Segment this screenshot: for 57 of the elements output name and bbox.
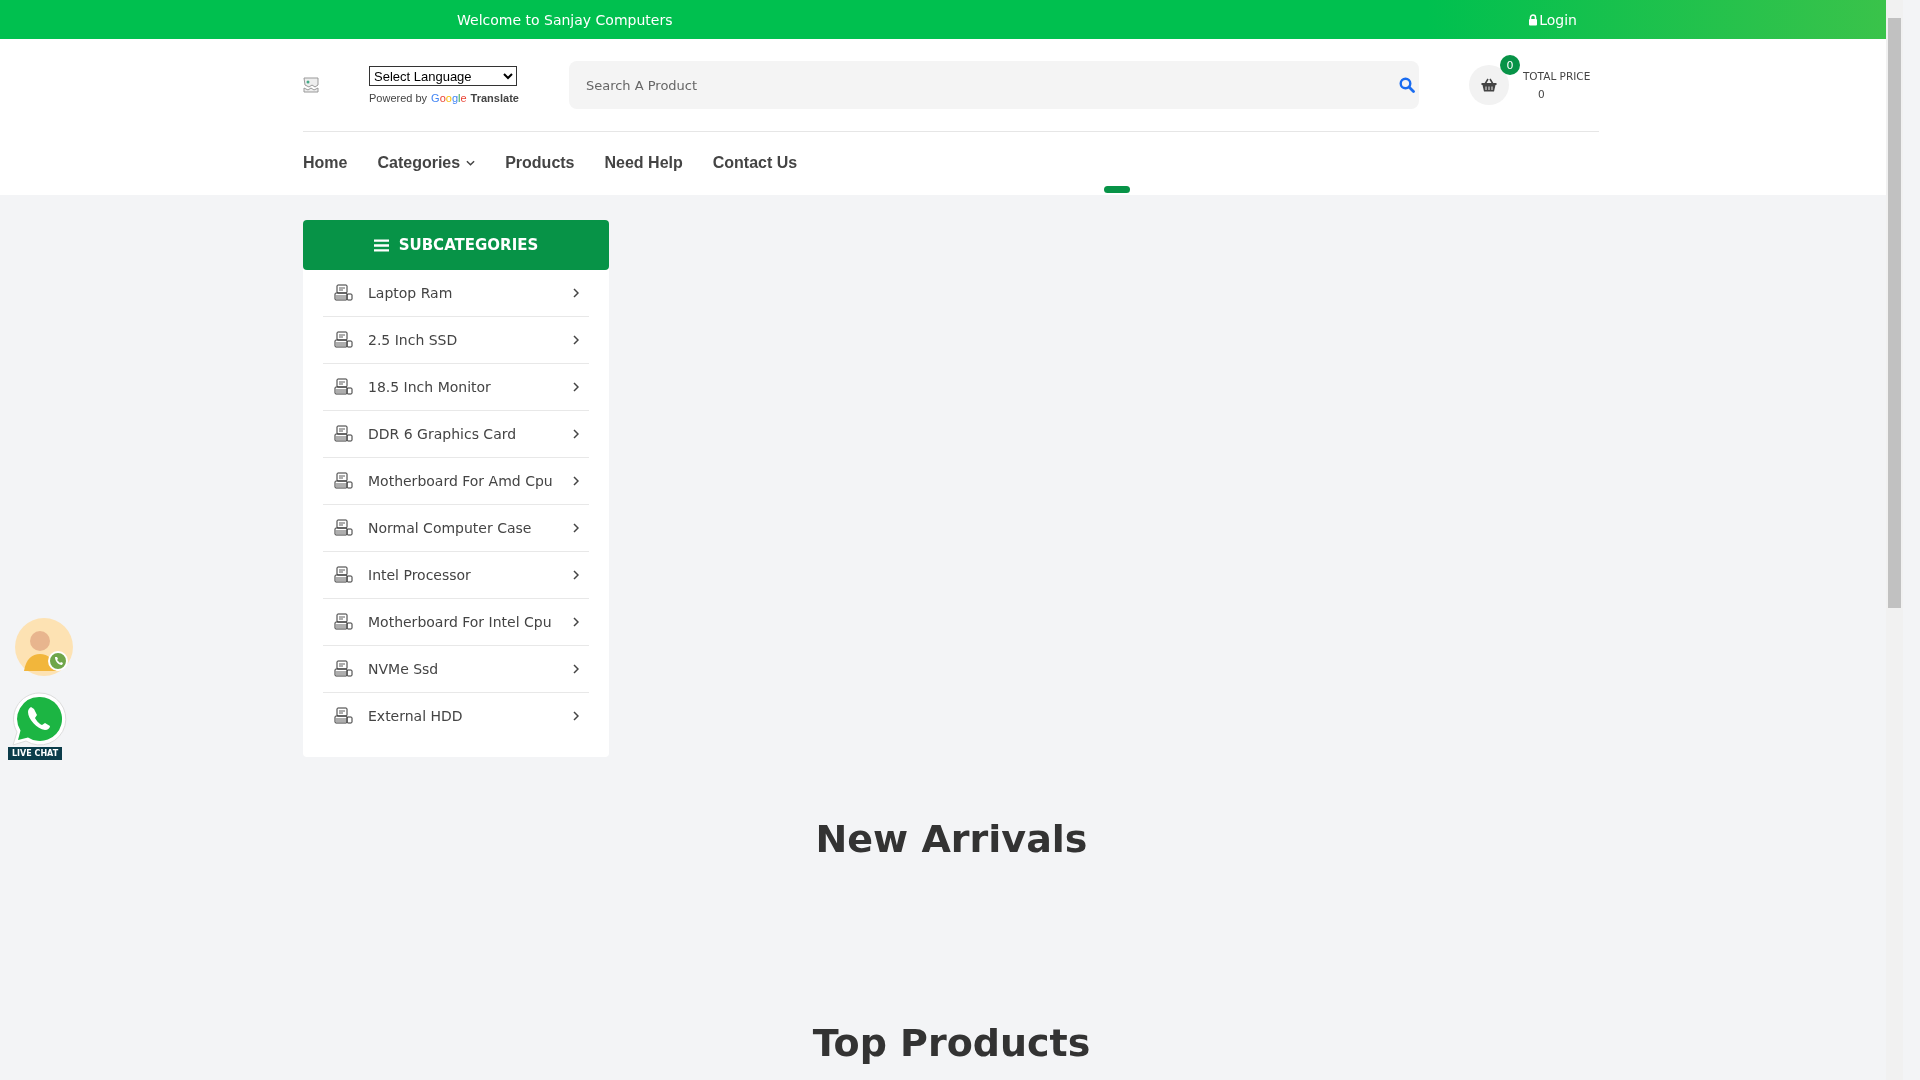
computer-parts-icon [333,331,353,349]
chevron-right-icon [573,382,579,392]
translate-link[interactable]: Translate [470,92,519,104]
support-avatar-icon[interactable] [12,615,76,679]
section-heading: New Arrivals [814,817,1089,861]
computer-parts-icon [333,519,353,537]
subcategory-item[interactable]: External HDD [323,693,589,739]
chevron-right-icon [573,523,579,533]
nav-link[interactable]: Categories [377,154,476,172]
total-price-value: 0 [1537,88,1546,100]
basket-icon [1480,78,1497,92]
lock-icon [1528,13,1539,26]
whatsapp-icon[interactable] [9,689,69,749]
language-select[interactable]: Select Language [369,66,517,86]
computer-parts-icon [333,660,353,678]
subcategory-item[interactable]: Motherboard For Amd Cpu [323,458,589,505]
subcategories-title: SUBCATEGORIES [398,236,539,254]
nav-link[interactable]: Contact Us [712,154,798,172]
computer-parts-icon [333,425,353,443]
cart-button[interactable] [1468,65,1509,105]
subcategory-item[interactable]: Intel Processor [323,552,589,599]
chevron-right-icon [573,570,579,580]
chevron-right-icon [573,711,579,721]
chevron-right-icon [573,288,579,298]
menu-icon [373,238,389,252]
computer-parts-icon [333,613,353,631]
subcategory-item[interactable]: NVMe Ssd [323,646,589,693]
chevron-right-icon [573,476,579,486]
subcategory-item[interactable]: DDR 6 Graphics Card [323,411,589,458]
chevron-right-icon [573,429,579,439]
computer-parts-icon [333,566,353,584]
subcategory-item[interactable]: Motherboard For Intel Cpu [323,599,589,646]
chevron-right-icon [573,617,579,627]
chevron-right-icon [573,664,579,674]
broken-image-icon [303,77,319,93]
search-field[interactable]: Search A Product [568,61,1419,109]
computer-parts-icon [333,707,353,725]
cart-count-badge: 0 [1499,55,1520,75]
nav-link[interactable]: Home [303,154,348,172]
scrollbar[interactable] [1886,0,1903,1080]
nav-link[interactable]: Need Help [604,154,683,172]
live-chat-label[interactable]: LIVE CHAT [8,747,63,760]
subcategory-item[interactable]: 2.5 Inch SSD [323,317,589,364]
computer-parts-icon [333,284,353,302]
nav-link[interactable]: Products [505,154,575,172]
subcategory-item[interactable]: Normal Computer Case [323,505,589,552]
search-icon[interactable] [1398,77,1415,93]
chevron-right-icon [573,335,579,345]
subcategory-item[interactable]: Laptop Ram [323,270,589,317]
computer-parts-icon [333,378,353,396]
computer-parts-icon [333,472,353,490]
total-price-label: TOTAL PRICE [1522,70,1591,82]
subcategory-item[interactable]: 18.5 Inch Monitor [323,364,589,411]
powered-by-text: Powered by [369,92,428,104]
section-heading: Top Products [811,1021,1092,1065]
google-logo: Google [431,92,467,104]
welcome-text: Welcome to Sanjay Computers [457,11,673,28]
